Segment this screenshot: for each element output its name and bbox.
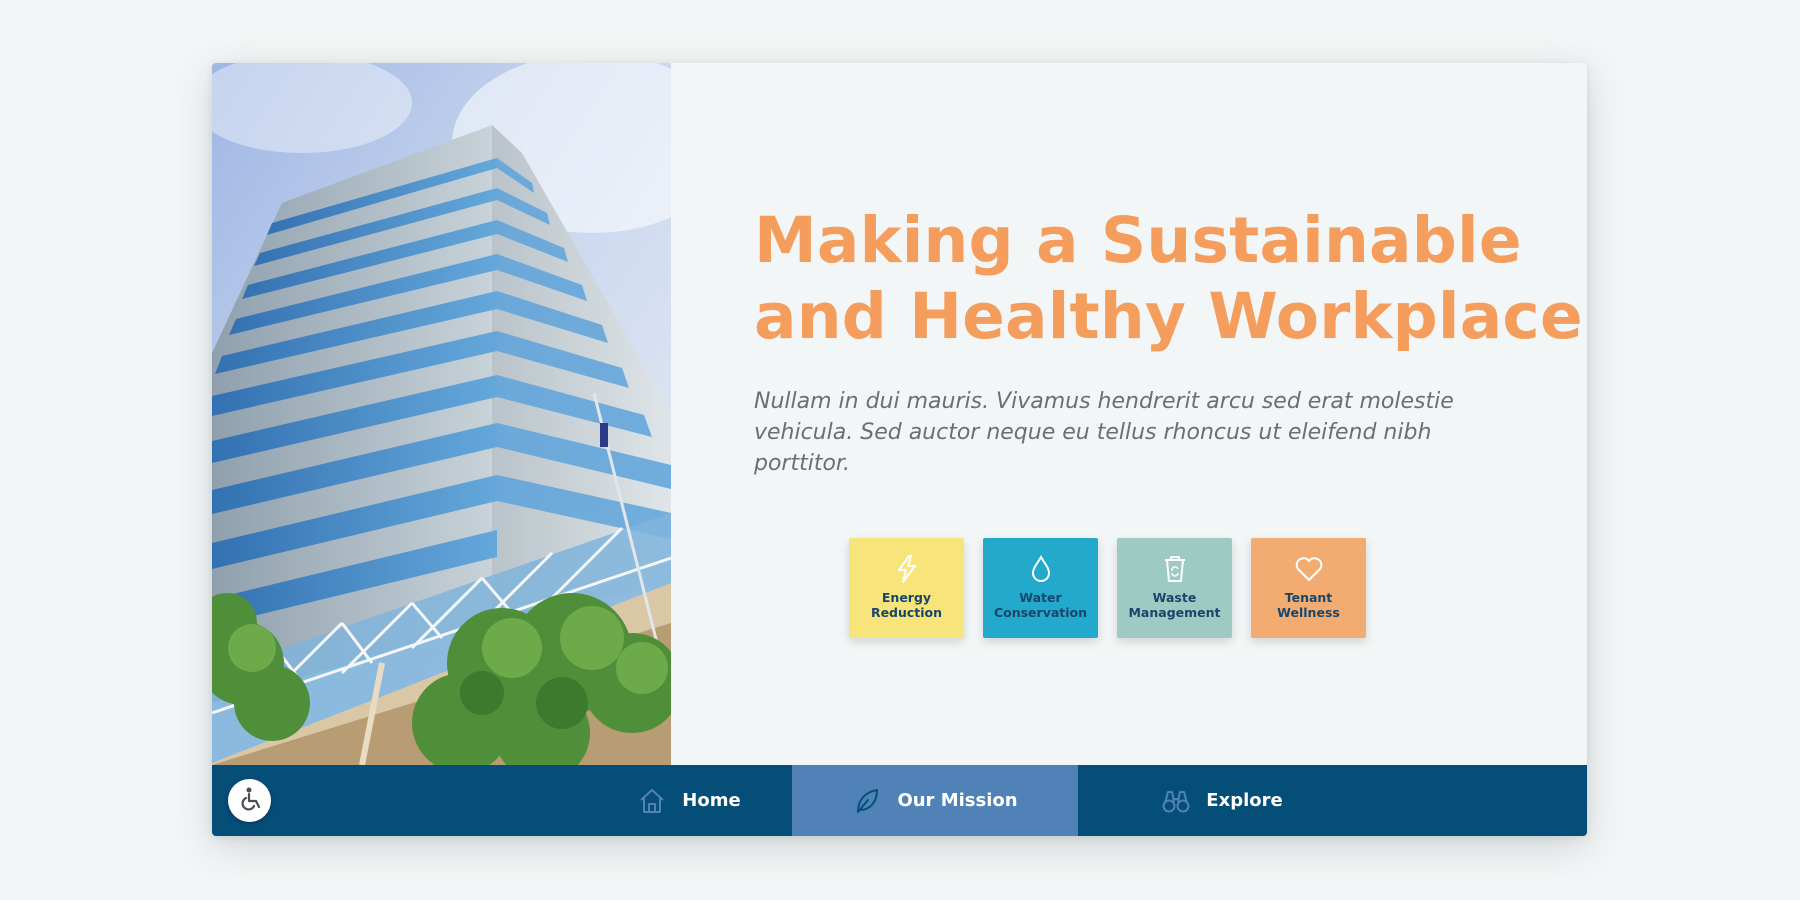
tile-water-conservation[interactable]: Water Conservation [983,538,1098,638]
water-drop-icon [1026,554,1056,584]
title-line-1: Making a Sustainable [754,204,1522,277]
tile-energy-reduction[interactable]: Energy Reduction [849,538,964,638]
nav-label: Home [682,790,741,811]
wheelchair-icon [236,785,264,817]
accessibility-button[interactable] [228,779,271,822]
kiosk-card: Making a Sustainable and Healthy Workpla… [212,63,1587,836]
tile-label: Waste Management [1128,590,1221,620]
nav-home[interactable]: Home [586,765,792,836]
nav-label: Explore [1206,790,1283,811]
heart-icon [1294,554,1324,584]
lightning-icon [892,554,922,584]
recycle-bin-icon [1160,554,1190,584]
nav-label: Our Mission [897,790,1018,811]
nav-our-mission[interactable]: Our Mission [792,765,1078,836]
hero-content: Making a Sustainable and Healthy Workpla… [671,63,1587,765]
nav-explore[interactable]: Explore [1078,765,1366,836]
title-line-2: and Healthy Workplace [754,280,1583,353]
leaf-icon [852,786,882,816]
home-icon [637,786,667,816]
bottom-nav: Home Our Mission Explore [212,765,1587,836]
tile-waste-management[interactable]: Waste Management [1117,538,1232,638]
tile-tenant-wellness[interactable]: Tenant Wellness [1251,538,1366,638]
topic-tiles: Energy Reduction Water Conservation Wast… [849,538,1366,638]
page-title: Making a Sustainable and Healthy Workpla… [754,203,1583,355]
building-photo [212,63,671,765]
tile-label: Tenant Wellness [1277,590,1340,620]
hero-subtitle: Nullam in dui mauris. Vivamus hendrerit … [754,389,1454,476]
tile-label: Water Conservation [993,590,1088,620]
binoculars-icon [1161,786,1191,816]
tile-label: Energy Reduction [870,590,943,620]
